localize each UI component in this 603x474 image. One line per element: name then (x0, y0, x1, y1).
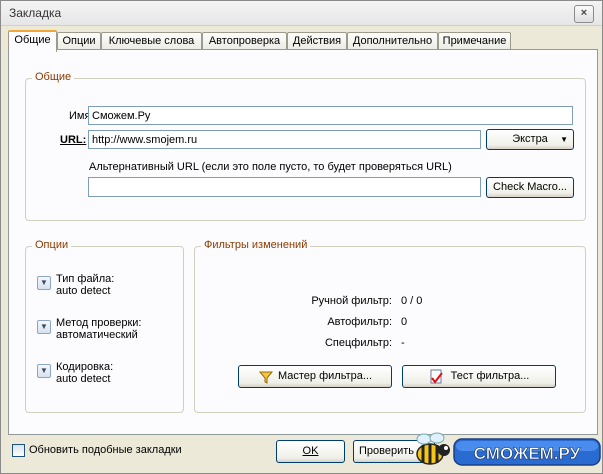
encoding-value: auto detect (56, 373, 111, 385)
chevron-down-icon[interactable]: ▼ (37, 276, 51, 290)
dropdown-arrow-icon: ▼ (560, 135, 568, 144)
test-filter-label: Тест фильтра... (450, 370, 530, 382)
manual-filter-value: 0 / 0 (401, 295, 423, 307)
tab-advanced[interactable]: Дополнительно (347, 32, 438, 50)
url-input[interactable]: http://www.smojem.ru (88, 130, 481, 149)
auto-filter-label: Автофильтр: (327, 316, 392, 328)
ok-button-label: OK (302, 445, 319, 457)
tab-autocheck[interactable]: Автопроверка (202, 32, 287, 50)
bookmark-dialog: Закладка × Общие Опции Ключевые слова Ав… (0, 0, 603, 474)
check-macro-button[interactable]: Check Macro... (486, 177, 574, 198)
tab-panel: Общие Имя: Сможем.Ру URL: http://www.smo… (8, 49, 598, 435)
filters-group-title: Фильтры изменений (201, 239, 311, 251)
file-type-label: Тип файла: (56, 273, 115, 285)
auto-filter-value: 0 (401, 316, 408, 328)
name-input[interactable]: Сможем.Ру (88, 106, 573, 125)
update-similar-label: Обновить подобные закладки (29, 444, 182, 456)
alt-url-label: Альтернативный URL (если это поле пусто,… (89, 161, 452, 173)
alt-url-input[interactable] (88, 177, 481, 197)
extra-button-label: Экстра (512, 133, 548, 145)
options-group: Опции ▼ Тип файла: auto detect ▼ Метод п… (25, 239, 184, 413)
chevron-down-icon[interactable]: ▼ (37, 320, 51, 334)
update-similar-checkbox[interactable] (12, 444, 25, 457)
general-group: Общие Имя: Сможем.Ру URL: http://www.smo… (25, 71, 586, 221)
general-group-title: Общие (32, 71, 75, 83)
title-bar: Закладка × (1, 1, 602, 26)
watermark-logo: СМОЖЕМ.РУ (404, 429, 602, 469)
bee-logo-icon: СМОЖЕМ.РУ (416, 432, 601, 466)
filters-group: Фильтры изменений Ручной фильтр: 0 / 0 А… (194, 239, 586, 413)
spec-filter-value: - (401, 337, 405, 349)
extra-dropdown-button[interactable]: Экстра ▼ (486, 129, 574, 150)
window-title: Закладка (9, 6, 62, 20)
encoding-option: Кодировка: auto detect (56, 361, 113, 385)
funnel-icon (259, 371, 273, 384)
chevron-down-icon[interactable]: ▼ (37, 364, 51, 378)
filter-wizard-label: Мастер фильтра... (277, 370, 373, 382)
ok-button[interactable]: OK (276, 440, 345, 463)
manual-filter-label: Ручной фильтр: (311, 295, 392, 307)
watermark-text: СМОЖЕМ.РУ (474, 444, 581, 463)
url-label: URL: (60, 134, 87, 146)
file-type-option: Тип файла: auto detect (56, 273, 114, 297)
encoding-label: Кодировка: (56, 361, 114, 373)
tab-notes[interactable]: Примечание (438, 32, 511, 50)
close-button[interactable]: × (574, 5, 594, 23)
filter-wizard-button[interactable]: Мастер фильтра... (238, 365, 392, 388)
check-method-label: Метод проверки: (56, 317, 142, 329)
options-group-title: Опции (32, 239, 72, 251)
spec-filter-label: Спецфильтр: (324, 337, 392, 349)
check-method-value: автоматический (56, 329, 138, 341)
test-filter-button[interactable]: Тест фильтра... (402, 365, 556, 388)
document-check-icon (430, 369, 443, 384)
check-method-option: Метод проверки: автоматический (56, 317, 141, 341)
tab-keywords[interactable]: Ключевые слова (101, 32, 202, 50)
tab-options[interactable]: Опции (57, 32, 101, 50)
tab-general[interactable]: Общие (8, 30, 57, 52)
file-type-value: auto detect (56, 285, 111, 297)
tab-actions[interactable]: Действия (287, 32, 347, 50)
